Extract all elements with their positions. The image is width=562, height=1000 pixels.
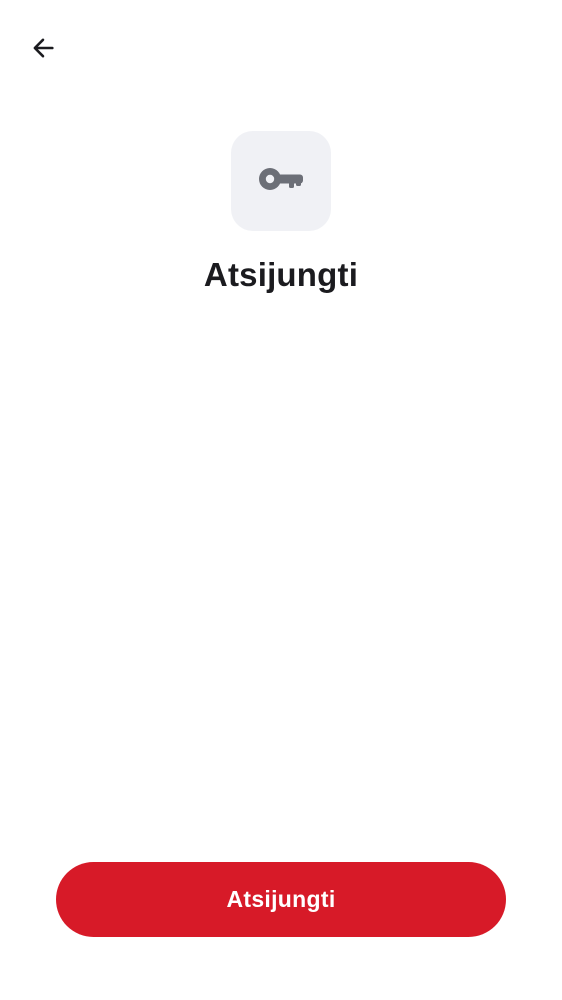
arrow-left-icon — [29, 34, 57, 67]
logout-button[interactable]: Atsijungti — [56, 862, 506, 937]
key-icon — [258, 167, 304, 196]
key-icon-tile — [231, 131, 331, 231]
page-title: Atsijungti — [203, 256, 359, 293]
back-button[interactable] — [22, 30, 64, 70]
logout-screen: Atsijungti Atsijungti — [0, 0, 562, 1000]
